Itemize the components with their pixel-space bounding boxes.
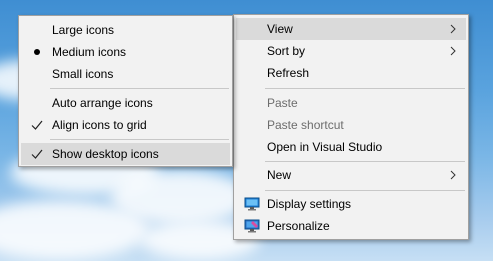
submenu-item-large-icons[interactable]: Large icons	[21, 19, 230, 41]
menu-item-paste-shortcut: Paste shortcut	[236, 114, 466, 136]
submenu-item-medium-icons-label: Medium icons	[52, 45, 127, 59]
menu-separator	[265, 161, 465, 162]
menu-item-new-label: New	[267, 168, 292, 182]
menu-item-refresh-label: Refresh	[267, 66, 310, 80]
menu-separator	[50, 88, 229, 89]
menu-item-paste-shortcut-label: Paste shortcut	[267, 118, 344, 132]
personalize-icon	[244, 219, 260, 233]
menu-item-display-settings[interactable]: Display settings	[236, 193, 466, 215]
menu-item-sort-by-label: Sort by	[267, 44, 306, 58]
menu-item-view-label: View	[267, 22, 293, 36]
radio-selected-icon	[29, 41, 43, 63]
menu-item-open-in-visual-studio[interactable]: Open in Visual Studio	[236, 136, 466, 158]
checkmark-icon	[31, 120, 43, 130]
menu-item-personalize-label: Personalize	[267, 219, 330, 233]
menu-separator	[265, 190, 465, 191]
checkmark-icon-wrap	[29, 143, 43, 165]
menu-item-paste: Paste	[236, 92, 466, 114]
menu-item-view[interactable]: View	[236, 18, 466, 40]
menu-item-open-in-visual-studio-label: Open in Visual Studio	[267, 140, 383, 154]
menu-item-display-settings-label: Display settings	[267, 197, 352, 211]
view-submenu: Large icons Medium icons Small icons Aut…	[18, 15, 233, 167]
chevron-right-icon	[450, 24, 456, 34]
submenu-item-show-desktop-icons-label: Show desktop icons	[52, 147, 159, 161]
submenu-item-small-icons[interactable]: Small icons	[21, 63, 230, 85]
submenu-item-auto-arrange-icons[interactable]: Auto arrange icons	[21, 92, 230, 114]
checkmark-icon	[31, 149, 43, 159]
submenu-item-show-desktop-icons[interactable]: Show desktop icons	[21, 143, 230, 165]
menu-item-paste-label: Paste	[267, 96, 298, 110]
checkmark-icon-wrap	[29, 114, 43, 136]
submenu-item-small-icons-label: Small icons	[52, 67, 114, 81]
menu-item-refresh[interactable]: Refresh	[236, 62, 466, 84]
display-settings-icon	[244, 197, 260, 211]
chevron-right-icon	[450, 170, 456, 180]
submenu-item-medium-icons[interactable]: Medium icons	[21, 41, 230, 63]
menu-separator	[265, 88, 465, 89]
chevron-right-icon	[450, 46, 456, 56]
submenu-item-large-icons-label: Large icons	[52, 23, 115, 37]
submenu-item-auto-arrange-icons-label: Auto arrange icons	[52, 96, 153, 110]
menu-separator	[50, 139, 229, 140]
submenu-item-align-icons-to-grid[interactable]: Align icons to grid	[21, 114, 230, 136]
submenu-item-align-icons-to-grid-label: Align icons to grid	[52, 118, 147, 132]
menu-item-sort-by[interactable]: Sort by	[236, 40, 466, 62]
desktop-context-menu: View Sort by Refresh Paste Paste shortcu…	[233, 14, 469, 240]
menu-item-new[interactable]: New	[236, 164, 466, 186]
menu-item-personalize[interactable]: Personalize	[236, 215, 466, 237]
